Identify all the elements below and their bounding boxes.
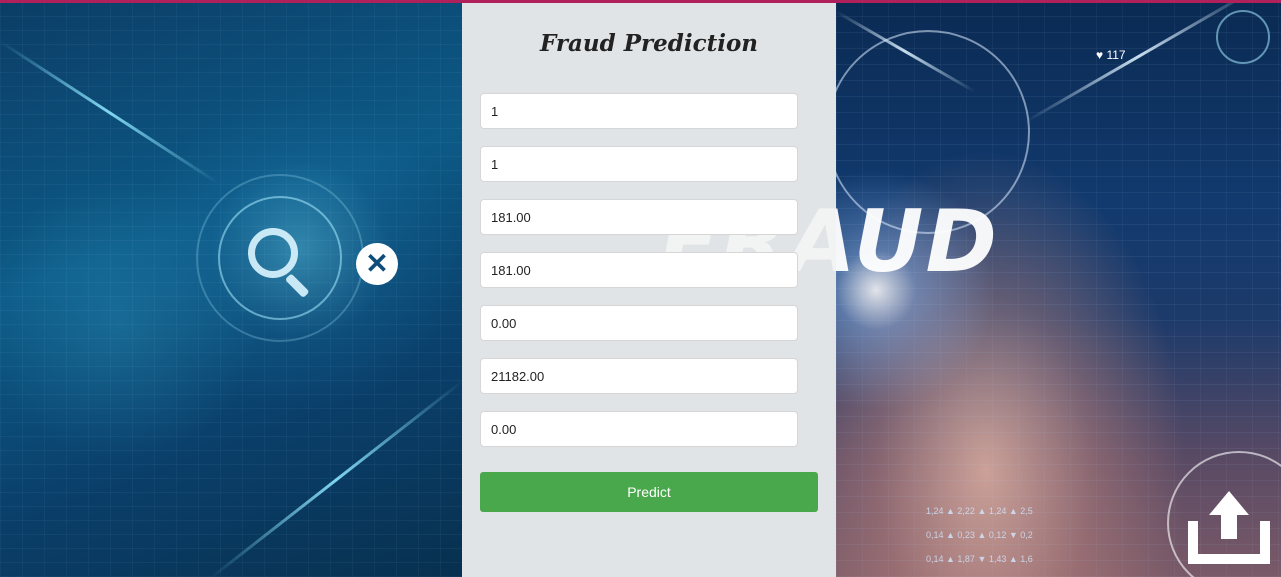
feature-input-2[interactable] (480, 146, 798, 182)
prediction-panel: Fraud Prediction Predict (462, 0, 836, 577)
feature-input-7[interactable] (480, 411, 798, 447)
heart-counter: ♥ 117 (1096, 48, 1126, 62)
feature-input-6[interactable] (480, 358, 798, 394)
close-icon: ✕ (356, 243, 398, 285)
hud-ring (1216, 10, 1270, 64)
ticker-line: 0,14 ▲ 0,23 ▲ 0,12 ▼ 0,2 (926, 530, 1033, 540)
feature-input-4[interactable] (480, 252, 798, 288)
ticker-line: 1,24 ▲ 2,22 ▲ 1,24 ▲ 2,5 (926, 506, 1033, 516)
feature-input-1[interactable] (480, 93, 798, 129)
stock-ticker: 1,24 ▲ 2,22 ▲ 1,24 ▲ 2,5 0,14 ▲ 0,23 ▲ 0… (926, 499, 1033, 571)
page-title: Fraud Prediction (539, 30, 759, 57)
magnifier-icon (248, 228, 298, 278)
top-accent-strip (0, 0, 1281, 3)
page: ✕ ♥ 117 1,24 ▲ 2,22 ▲ 1,24 ▲ 2,5 0,14 ▲ … (0, 0, 1281, 577)
feature-input-5[interactable] (480, 305, 798, 341)
upload-icon (1167, 451, 1281, 577)
heart-count: 117 (1106, 48, 1126, 62)
feature-input-3[interactable] (480, 199, 798, 235)
ticker-line: 0,14 ▲ 1,87 ▼ 1,43 ▲ 1,6 (926, 554, 1033, 564)
heart-icon: ♥ (1096, 48, 1104, 62)
predict-button[interactable]: Predict (480, 472, 818, 512)
background-left: ✕ (0, 0, 462, 577)
